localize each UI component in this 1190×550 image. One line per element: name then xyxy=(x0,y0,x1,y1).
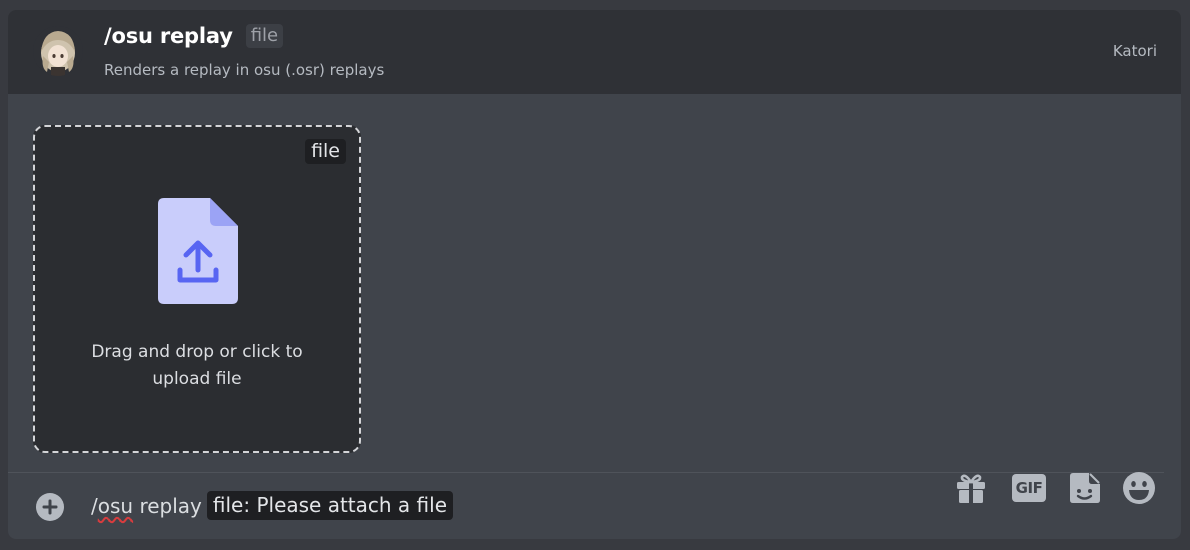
message-input[interactable]: / osu replay file: Please attach a file xyxy=(91,491,454,520)
gif-button[interactable]: GIF xyxy=(1012,471,1046,505)
command-title: /osu replay file xyxy=(104,24,284,48)
bot-avatar xyxy=(33,26,83,76)
command-slash: / xyxy=(91,493,98,518)
file-dropzone[interactable]: file Drag and drop or click to upload fi… xyxy=(33,125,361,453)
command-rest: replay xyxy=(139,493,202,518)
command-panel: /osu replay file Renders a replay in osu… xyxy=(8,10,1181,539)
dropzone-instructions: Drag and drop or click to upload file xyxy=(91,342,303,389)
command-header: /osu replay file Renders a replay in osu… xyxy=(8,10,1181,94)
emoji-icon[interactable] xyxy=(1122,471,1156,505)
gift-icon[interactable] xyxy=(954,471,988,505)
command-description: Renders a replay in osu (.osr) replays xyxy=(104,61,385,79)
command-word: osu xyxy=(97,493,134,518)
plus-circle-icon[interactable] xyxy=(35,492,65,526)
sticker-icon[interactable] xyxy=(1068,471,1102,505)
gif-label: GIF xyxy=(1012,474,1046,502)
file-upload-icon xyxy=(158,198,238,308)
file-option-field[interactable]: file: Please attach a file xyxy=(206,491,454,520)
dropzone-option-tag: file xyxy=(305,139,346,164)
message-input-row: / osu replay file: Please attach a file … xyxy=(8,471,1181,539)
command-name: /osu replay xyxy=(104,24,233,48)
bot-name: Katori xyxy=(1112,42,1157,60)
option-pill[interactable]: file xyxy=(245,24,284,48)
